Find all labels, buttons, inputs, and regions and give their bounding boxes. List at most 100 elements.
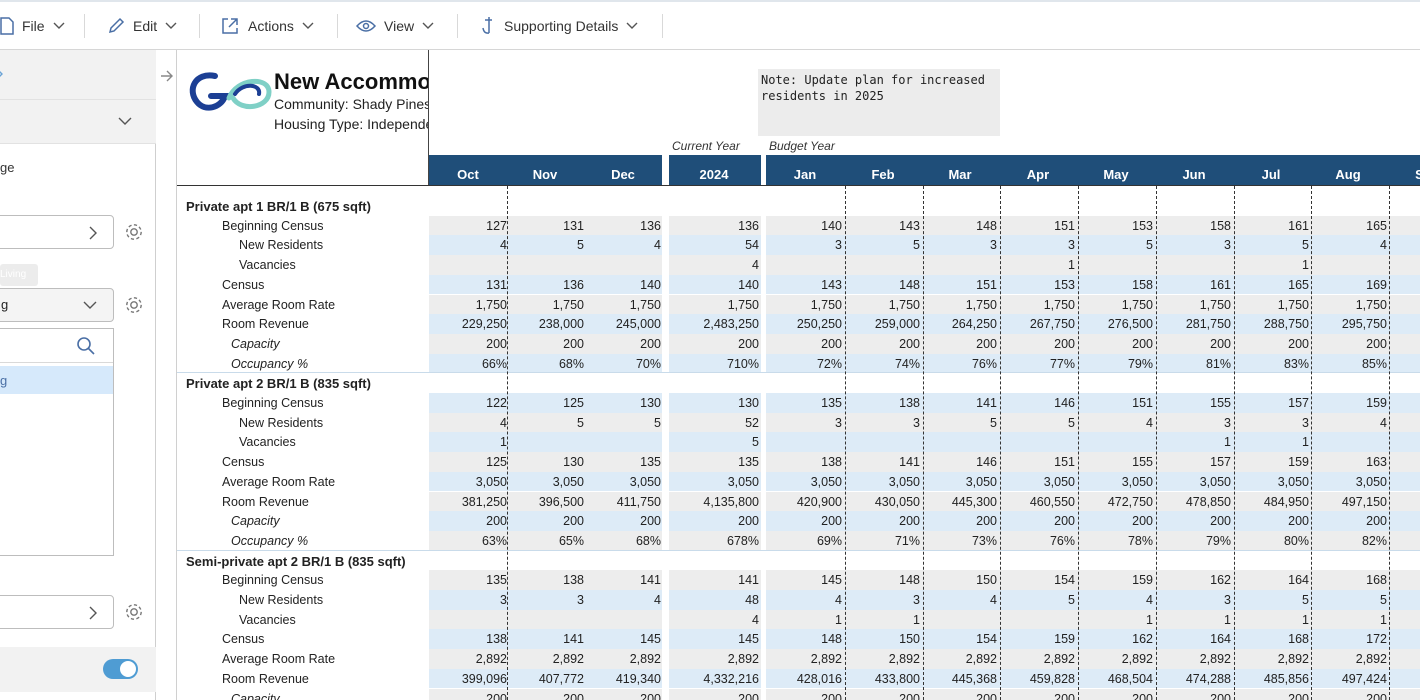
table-cell[interactable]: 485,856: [1219, 672, 1309, 686]
table-cell[interactable]: 4: [907, 593, 997, 607]
table-cell[interactable]: 200: [1219, 692, 1309, 700]
table-cell[interactable]: 158: [1063, 278, 1153, 292]
table-cell[interactable]: 1: [1141, 435, 1231, 449]
table-cell[interactable]: 200: [571, 514, 661, 528]
table-cell[interactable]: 3,050: [571, 475, 661, 489]
table-cell[interactable]: 136: [571, 219, 661, 233]
table-cell[interactable]: 150: [907, 573, 997, 587]
table-cell[interactable]: 3: [1219, 416, 1309, 430]
table-cell[interactable]: 276,500: [1063, 317, 1153, 331]
table-cell[interactable]: 30: [1347, 317, 1420, 331]
table-cell[interactable]: 1,750: [571, 298, 661, 312]
table-cell[interactable]: 2,892: [752, 652, 842, 666]
table-cell[interactable]: 200: [985, 337, 1075, 351]
table-cell[interactable]: 80%: [1219, 534, 1309, 548]
table-cell[interactable]: 200: [669, 337, 759, 351]
table-cell[interactable]: 445,300: [907, 495, 997, 509]
table-cell[interactable]: 50: [1347, 495, 1420, 509]
table-cell[interactable]: 1: [985, 258, 1075, 272]
table-cell[interactable]: 164: [1141, 632, 1231, 646]
list-item-selected[interactable]: g: [0, 366, 113, 394]
table-cell[interactable]: 52: [669, 416, 759, 430]
table-cell[interactable]: 200: [571, 337, 661, 351]
table-cell[interactable]: 288,750: [1219, 317, 1309, 331]
gear-icon[interactable]: [123, 294, 145, 316]
table-cell[interactable]: 68%: [571, 534, 661, 548]
table-cell[interactable]: 154: [985, 573, 1075, 587]
table-cell[interactable]: 1: [1219, 613, 1309, 627]
table-cell[interactable]: 5: [1219, 593, 1309, 607]
table-cell[interactable]: 484,950: [1219, 495, 1309, 509]
table-cell[interactable]: 5: [1063, 238, 1153, 252]
table-cell[interactable]: 710%: [669, 357, 759, 371]
table-cell[interactable]: 200: [1219, 514, 1309, 528]
table-cell[interactable]: 428,016: [752, 672, 842, 686]
table-cell[interactable]: 141: [571, 573, 661, 587]
table-cell[interactable]: 168: [1219, 632, 1309, 646]
table-cell[interactable]: 2,892: [907, 652, 997, 666]
table-cell[interactable]: 267,750: [985, 317, 1075, 331]
table-cell[interactable]: 3: [1141, 593, 1231, 607]
table-cell[interactable]: 140: [752, 219, 842, 233]
table-cell[interactable]: 200: [907, 692, 997, 700]
table-cell[interactable]: 459,828: [985, 672, 1075, 686]
table-cell[interactable]: 2,892: [669, 652, 759, 666]
table-cell[interactable]: 155: [1063, 455, 1153, 469]
table-cell[interactable]: 157: [1141, 455, 1231, 469]
table-cell[interactable]: 143: [752, 278, 842, 292]
table-cell[interactable]: 3,050: [1141, 475, 1231, 489]
table-cell[interactable]: 48: [669, 593, 759, 607]
table-cell[interactable]: 153: [1063, 219, 1153, 233]
table-cell[interactable]: 151: [907, 278, 997, 292]
table-cell[interactable]: 158: [1141, 219, 1231, 233]
table-cell[interactable]: 76%: [907, 357, 997, 371]
table-cell[interactable]: 146: [907, 455, 997, 469]
table-cell[interactable]: 5: [985, 416, 1075, 430]
table-cell[interactable]: 2,892: [1063, 652, 1153, 666]
table-cell[interactable]: 1,750: [985, 298, 1075, 312]
table-cell[interactable]: 4: [1063, 593, 1153, 607]
table-cell[interactable]: 3,050: [669, 475, 759, 489]
left-panel-section-header[interactable]: [0, 100, 156, 144]
table-cell[interactable]: 1: [752, 613, 842, 627]
table-cell[interactable]: 161: [1141, 278, 1231, 292]
table-cell[interactable]: 1: [1141, 613, 1231, 627]
table-cell[interactable]: 3,050: [752, 475, 842, 489]
table-cell[interactable]: 5: [669, 435, 759, 449]
table-cell[interactable]: 78%: [1063, 534, 1153, 548]
table-cell[interactable]: 155: [1141, 396, 1231, 410]
table-cell[interactable]: 4: [1063, 416, 1153, 430]
table-cell[interactable]: 200: [907, 514, 997, 528]
table-cell[interactable]: 200: [752, 337, 842, 351]
table-cell[interactable]: 146: [985, 396, 1075, 410]
table-cell[interactable]: 3,050: [1063, 475, 1153, 489]
table-cell[interactable]: 1: [417, 435, 507, 449]
table-cell[interactable]: 281,750: [1141, 317, 1231, 331]
table-cell[interactable]: 200: [1219, 337, 1309, 351]
table-cell[interactable]: 77%: [985, 357, 1075, 371]
table-cell[interactable]: 153: [985, 278, 1075, 292]
table-cell[interactable]: 264,250: [907, 317, 997, 331]
table-cell[interactable]: 411,750: [571, 495, 661, 509]
table-cell[interactable]: 3: [752, 416, 842, 430]
table-cell[interactable]: 478,850: [1141, 495, 1231, 509]
table-cell[interactable]: 4: [669, 258, 759, 272]
table-cell[interactable]: 148: [752, 632, 842, 646]
table-cell[interactable]: 3: [1141, 238, 1231, 252]
table-cell[interactable]: 2,892: [1141, 652, 1231, 666]
table-cell[interactable]: 5: [571, 416, 661, 430]
table-cell[interactable]: 5: [1219, 238, 1309, 252]
gear-icon[interactable]: [123, 221, 145, 243]
table-cell[interactable]: 200: [571, 692, 661, 700]
supporting-details-menu[interactable]: Supporting Details: [480, 14, 638, 38]
table-cell[interactable]: 4: [752, 593, 842, 607]
view-menu[interactable]: View: [356, 14, 434, 38]
table-cell[interactable]: 141: [669, 573, 759, 587]
edit-menu[interactable]: Edit: [107, 14, 177, 38]
table-cell[interactable]: 2,483,250: [669, 317, 759, 331]
table-cell[interactable]: 468,504: [1063, 672, 1153, 686]
table-cell[interactable]: 1,750: [1063, 298, 1153, 312]
table-cell[interactable]: 159: [1219, 455, 1309, 469]
table-cell[interactable]: 159: [985, 632, 1075, 646]
table-cell[interactable]: 148: [907, 219, 997, 233]
